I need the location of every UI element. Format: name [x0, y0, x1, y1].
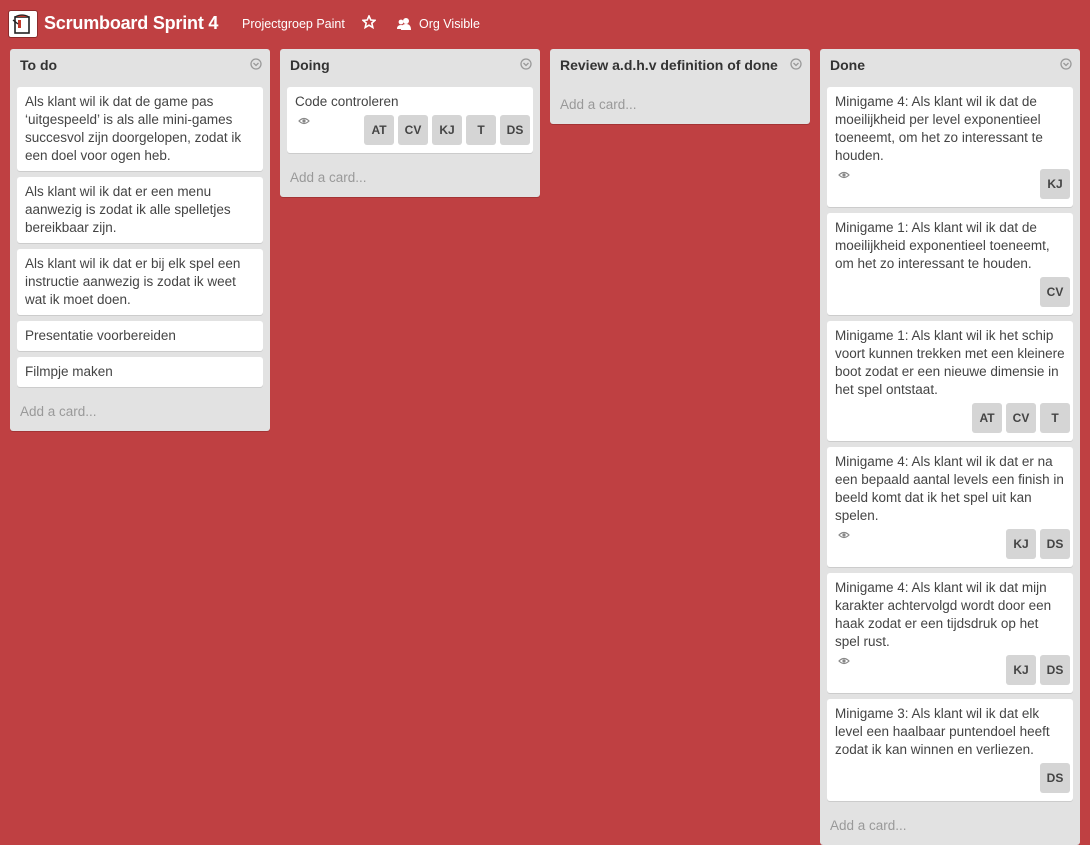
org-members-icon [397, 18, 411, 30]
card[interactable]: Minigame 1: Als klant wil ik dat de moei… [827, 213, 1073, 315]
member-avatar[interactable]: CV [398, 115, 428, 145]
card-title: Minigame 3: Als klant wil ik dat elk lev… [835, 706, 1050, 757]
list-menu-icon[interactable] [520, 58, 532, 70]
card-title: Minigame 1: Als klant wil ik het schip v… [835, 328, 1065, 397]
list-menu-icon[interactable] [790, 58, 802, 70]
card-title: Filmpje maken [25, 364, 113, 379]
list-title: Doing [290, 57, 330, 73]
star-icon[interactable] [361, 14, 377, 31]
list-title: Done [830, 57, 865, 73]
board-header: Scrumboard Sprint 4 Projectgroep Paint O… [0, 0, 1090, 48]
add-card-link[interactable]: Add a card... [820, 807, 1080, 845]
add-card-link[interactable]: Add a card... [10, 393, 270, 431]
eye-icon [298, 117, 310, 125]
card[interactable]: Als klant wil ik dat er bij elk spel een… [17, 249, 263, 315]
card-members: AT CV KJ T DS [364, 115, 530, 145]
board-title[interactable]: Scrumboard Sprint 4 [44, 13, 218, 34]
card-title: Als klant wil ik dat er een menu aanwezi… [25, 184, 231, 235]
list-todo: To do Als klant wil ik dat de game pas ‘… [10, 49, 270, 431]
member-avatar[interactable]: KJ [1006, 529, 1036, 559]
card-members: KJ DS [1006, 655, 1070, 685]
card[interactable]: Presentatie voorbereiden [17, 321, 263, 351]
member-avatar[interactable]: AT [364, 115, 394, 145]
list-header: Review a.d.h.v definition of done [550, 49, 810, 80]
card-title: Minigame 1: Als klant wil ik dat de moei… [835, 220, 1050, 271]
member-avatar[interactable]: DS [1040, 655, 1070, 685]
list-menu-icon[interactable] [1060, 58, 1072, 70]
member-avatar[interactable]: CV [1006, 403, 1036, 433]
list-done: Done Minigame 4: Als klant wil ik dat de… [820, 49, 1080, 845]
card-members: KJ DS [1006, 529, 1070, 559]
member-avatar[interactable]: DS [1040, 763, 1070, 793]
member-avatar[interactable]: DS [500, 115, 530, 145]
card-title: Minigame 4: Als klant wil ik dat de moei… [835, 94, 1043, 163]
card[interactable]: Als klant wil ik dat er een menu aanwezi… [17, 177, 263, 243]
card-members: CV [1040, 277, 1070, 307]
member-avatar[interactable]: T [1040, 403, 1070, 433]
card[interactable]: Als klant wil ik dat de game pas ‘uitges… [17, 87, 263, 171]
list-doing: Doing Code controleren AT CV KJ T DS Add… [280, 49, 540, 197]
eye-icon [838, 171, 850, 179]
eye-icon [838, 657, 850, 665]
org-link[interactable]: Projectgroep Paint [242, 17, 345, 31]
card[interactable]: Code controleren AT CV KJ T DS [287, 87, 533, 153]
list-review: Review a.d.h.v definition of done Add a … [550, 49, 810, 124]
card[interactable]: Minigame 3: Als klant wil ik dat elk lev… [827, 699, 1073, 801]
card[interactable]: Filmpje maken [17, 357, 263, 387]
add-card-link[interactable]: Add a card... [550, 80, 810, 124]
card-members: AT CV T [972, 403, 1070, 433]
card-title: Presentatie voorbereiden [25, 328, 176, 343]
board-logo[interactable] [8, 10, 38, 38]
card[interactable]: Minigame 4: Als klant wil ik dat mijn ka… [827, 573, 1073, 693]
visibility-label: Org Visible [419, 17, 480, 31]
card-members: KJ [1040, 169, 1070, 199]
add-card-link[interactable]: Add a card... [280, 159, 540, 197]
card-title: Minigame 4: Als klant wil ik dat er na e… [835, 454, 1064, 523]
member-avatar[interactable]: CV [1040, 277, 1070, 307]
list-menu-icon[interactable] [250, 58, 262, 70]
list-title: To do [20, 57, 58, 73]
member-avatar[interactable]: KJ [1006, 655, 1036, 685]
member-avatar[interactable]: AT [972, 403, 1002, 433]
card-members: DS [1040, 763, 1070, 793]
list-title: Review a.d.h.v definition of done [560, 57, 778, 73]
card[interactable]: Minigame 4: Als klant wil ik dat de moei… [827, 87, 1073, 207]
card-title: Code controleren [295, 94, 399, 109]
member-avatar[interactable]: DS [1040, 529, 1070, 559]
list-header: Doing [280, 49, 540, 80]
card[interactable]: Minigame 4: Als klant wil ik dat er na e… [827, 447, 1073, 567]
member-avatar[interactable]: T [466, 115, 496, 145]
member-avatar[interactable]: KJ [432, 115, 462, 145]
card[interactable]: Minigame 1: Als klant wil ik het schip v… [827, 321, 1073, 441]
card-title: Minigame 4: Als klant wil ik dat mijn ka… [835, 580, 1052, 649]
list-header: To do [10, 49, 270, 80]
list-header: Done [820, 49, 1080, 80]
card-title: Als klant wil ik dat er bij elk spel een… [25, 256, 241, 307]
eye-icon [838, 531, 850, 539]
card-title: Als klant wil ik dat de game pas ‘uitges… [25, 94, 242, 163]
member-avatar[interactable]: KJ [1040, 169, 1070, 199]
